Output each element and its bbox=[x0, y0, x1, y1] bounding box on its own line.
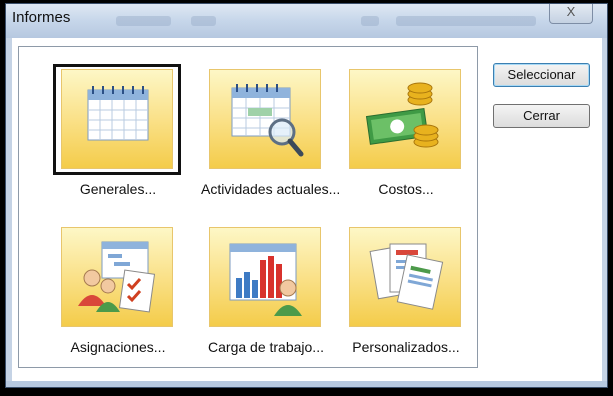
tile-label: Carga de trabajo... bbox=[208, 339, 324, 355]
blurred-background bbox=[361, 16, 379, 26]
report-tile-personalizados[interactable]: Personalizados... bbox=[341, 227, 471, 372]
tile-label: Generales... bbox=[79, 181, 157, 197]
tile-background bbox=[349, 69, 461, 169]
tile-label: Costos... bbox=[378, 181, 434, 197]
close-icon: X bbox=[566, 4, 576, 19]
blurred-background bbox=[396, 16, 536, 26]
blurred-background bbox=[116, 16, 171, 26]
people-assignments-icon bbox=[78, 241, 156, 313]
report-tile-actividades[interactable]: Actividades actuales... bbox=[201, 69, 341, 214]
reports-dialog: Informes X Generales... Actividades actu… bbox=[5, 3, 608, 388]
close-button[interactable]: Cerrar bbox=[493, 104, 590, 128]
report-tile-costos[interactable]: Costos... bbox=[341, 69, 471, 214]
window-title: Informes bbox=[12, 9, 71, 26]
tile-label: Actividades actuales... bbox=[201, 181, 341, 197]
tile-background bbox=[209, 227, 321, 327]
tile-label: Personalizados... bbox=[352, 339, 460, 355]
blurred-background bbox=[191, 16, 216, 26]
selection-frame bbox=[53, 64, 181, 175]
title-bar[interactable]: Informes X bbox=[6, 4, 607, 38]
report-tile-asignaciones[interactable]: Asignaciones... bbox=[53, 227, 183, 372]
tile-background bbox=[349, 227, 461, 327]
tile-background bbox=[61, 227, 173, 327]
money-coins-icon bbox=[365, 82, 439, 148]
tile-background bbox=[209, 69, 321, 169]
window-bottom-border bbox=[6, 381, 607, 387]
tile-label: Asignaciones... bbox=[70, 339, 166, 355]
report-category-panel: Generales... Actividades actuales... Cos… bbox=[18, 46, 478, 368]
close-window-button[interactable]: X bbox=[549, 4, 593, 24]
dialog-body: Generales... Actividades actuales... Cos… bbox=[12, 38, 602, 383]
calendar-magnifier-icon bbox=[231, 84, 304, 157]
custom-reports-icon bbox=[369, 243, 444, 310]
workload-chart-icon bbox=[229, 243, 302, 316]
select-button[interactable]: Seleccionar bbox=[493, 63, 590, 87]
report-tile-generales[interactable]: Generales... bbox=[53, 64, 183, 214]
report-tile-carga-trabajo[interactable]: Carga de trabajo... bbox=[201, 227, 331, 372]
